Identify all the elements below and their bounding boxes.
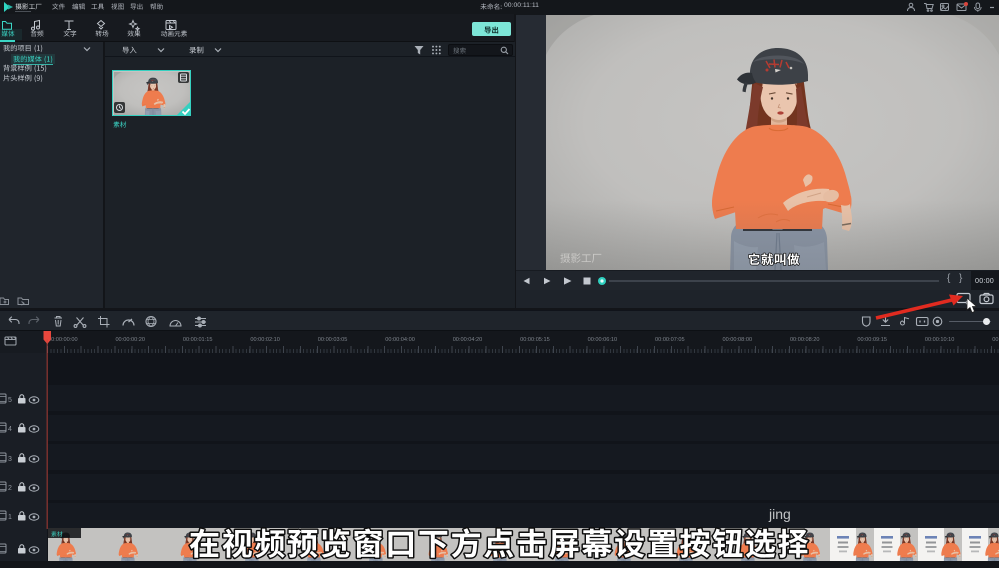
- svg-text:2: 2: [8, 485, 12, 492]
- svg-text:1: 1: [8, 514, 12, 521]
- svg-text:5: 5: [8, 397, 12, 404]
- svg-text:4: 4: [8, 426, 12, 433]
- svg-text:3: 3: [8, 456, 12, 463]
